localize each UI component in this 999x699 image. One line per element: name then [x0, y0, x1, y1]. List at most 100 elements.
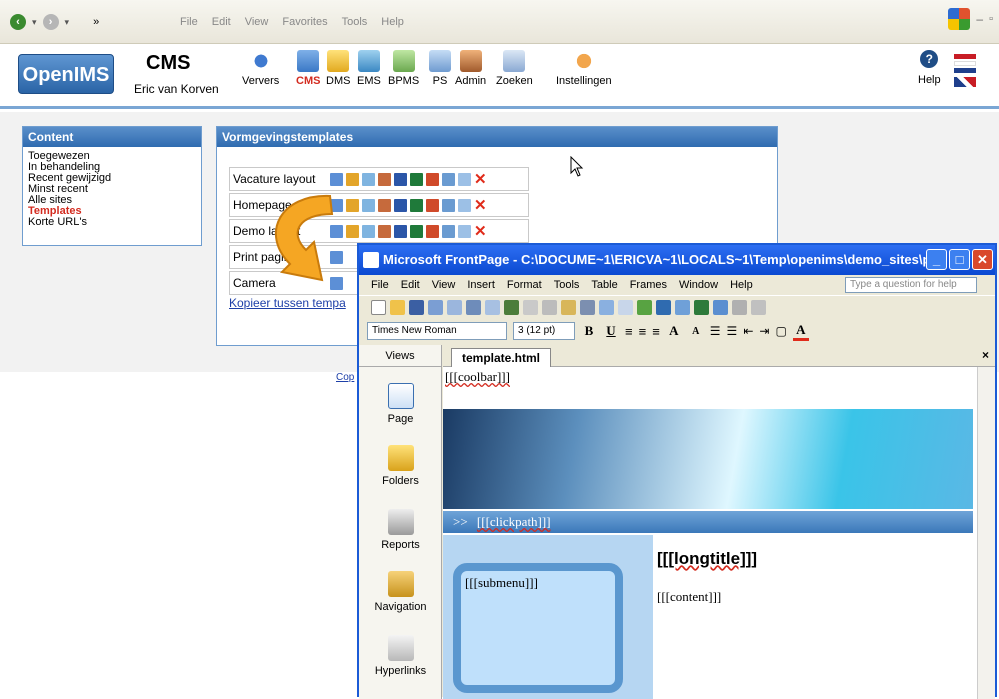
web-component-icon[interactable]: [447, 300, 462, 315]
fp-menu-view[interactable]: View: [432, 279, 456, 291]
toolbar-ems[interactable]: EMS: [357, 50, 381, 87]
view-folders[interactable]: Folders: [359, 445, 442, 487]
toolbar-bpms[interactable]: BPMS: [388, 50, 419, 87]
frontpage-icon[interactable]: [442, 172, 455, 186]
format-painter-icon[interactable]: [580, 300, 595, 315]
refresh-icon[interactable]: [732, 300, 747, 315]
coolbar-placeholder[interactable]: [[[coolbar]]]: [445, 369, 510, 385]
copy-icon[interactable]: [458, 198, 471, 212]
fp-menu-format[interactable]: Format: [507, 279, 542, 291]
close-tab-icon[interactable]: ×: [982, 348, 989, 362]
save-icon[interactable]: [409, 300, 424, 315]
frontpage-titlebar[interactable]: Microsoft FrontPage - C:\DOCUME~1\ERICVA…: [359, 245, 995, 275]
insert-picture-icon[interactable]: [675, 300, 690, 315]
back-icon[interactable]: ‹: [10, 14, 26, 30]
view-page[interactable]: Page: [359, 383, 442, 425]
excel-icon[interactable]: [410, 198, 423, 212]
decrease-indent-icon[interactable]: ⇤: [743, 324, 753, 338]
word-icon[interactable]: [394, 172, 407, 186]
view-hyperlinks[interactable]: Hyperlinks: [359, 635, 442, 677]
powerpoint-icon[interactable]: [426, 198, 439, 212]
excel-icon[interactable]: [410, 224, 423, 238]
align-left-icon[interactable]: ≡: [625, 324, 633, 339]
stop-icon[interactable]: [751, 300, 766, 315]
new-icon[interactable]: [371, 300, 386, 315]
fp-menu-table[interactable]: Table: [591, 279, 617, 291]
menu-file[interactable]: File: [180, 16, 198, 28]
grow-font-icon[interactable]: A: [666, 323, 682, 339]
users-icon[interactable]: [378, 224, 391, 238]
fp-menu-help[interactable]: Help: [730, 279, 753, 291]
back-dropdown-icon[interactable]: ▾: [32, 17, 37, 28]
word-icon[interactable]: [394, 198, 407, 212]
toolbar-cms[interactable]: CMS: [296, 50, 320, 87]
hyperlink-icon[interactable]: [713, 300, 728, 315]
maximize-button[interactable]: □: [949, 249, 970, 270]
fp-menu-window[interactable]: Window: [679, 279, 718, 291]
fp-menu-insert[interactable]: Insert: [467, 279, 495, 291]
fp-menu-edit[interactable]: Edit: [401, 279, 420, 291]
delete-icon[interactable]: ✕: [474, 172, 487, 187]
align-center-icon[interactable]: ≡: [639, 324, 647, 339]
view-reports[interactable]: Reports: [359, 509, 442, 551]
submenu-placeholder[interactable]: [[[submenu]]]: [453, 563, 623, 693]
copy-icon[interactable]: [458, 224, 471, 238]
language-flag-icon[interactable]: [954, 54, 976, 87]
open-icon[interactable]: [390, 300, 405, 315]
font-select[interactable]: Times New Roman: [367, 322, 507, 340]
frontpage-icon[interactable]: [442, 198, 455, 212]
preview-icon[interactable]: [485, 300, 500, 315]
bold-button[interactable]: B: [581, 323, 597, 339]
insert-component-icon[interactable]: [637, 300, 652, 315]
increase-indent-icon[interactable]: ⇥: [759, 324, 769, 338]
view-navigation[interactable]: Navigation: [359, 571, 442, 613]
excel-icon[interactable]: [410, 172, 423, 186]
menu-help[interactable]: Help: [381, 16, 404, 28]
align-right-icon[interactable]: ≡: [652, 324, 660, 339]
delete-icon[interactable]: ✕: [474, 224, 487, 239]
redo-icon[interactable]: [618, 300, 633, 315]
fp-menu-file[interactable]: File: [371, 279, 389, 291]
tab-template-html[interactable]: template.html: [451, 348, 552, 367]
clickpath-bar[interactable]: >> [[[clickpath]]]: [443, 511, 973, 533]
print-icon[interactable]: [466, 300, 481, 315]
menu-edit[interactable]: Edit: [212, 16, 231, 28]
minimize-icon[interactable]: –: [976, 12, 983, 26]
menu-view[interactable]: View: [245, 16, 269, 28]
forward-dropdown-icon[interactable]: ▾: [65, 17, 70, 28]
fp-menu-frames[interactable]: Frames: [630, 279, 667, 291]
powerpoint-icon[interactable]: [426, 172, 439, 186]
border-icon[interactable]: ▢: [775, 324, 786, 338]
footer-link[interactable]: Cop: [336, 372, 354, 383]
help-button[interactable]: ? Help: [918, 50, 941, 86]
underline-button[interactable]: U: [603, 323, 619, 339]
users-icon[interactable]: [378, 198, 391, 212]
close-button[interactable]: ✕: [972, 249, 993, 270]
copy-between-link[interactable]: Kopieer tussen tempa: [229, 296, 346, 310]
minimize-button[interactable]: _: [926, 249, 947, 270]
drawing-icon[interactable]: [694, 300, 709, 315]
restore-icon[interactable]: ▫: [989, 13, 993, 25]
paste-icon[interactable]: [561, 300, 576, 315]
toolbar-instellingen[interactable]: Instellingen: [556, 50, 612, 87]
delete-icon[interactable]: ✕: [474, 198, 487, 213]
copy-icon[interactable]: [542, 300, 557, 315]
content-item-korte-urls[interactable]: Korte URL's: [28, 217, 196, 228]
openims-logo[interactable]: OpenIMS: [18, 54, 114, 94]
menu-tools[interactable]: Tools: [342, 16, 368, 28]
bullets-icon[interactable]: ☰: [727, 324, 738, 338]
frontpage-icon[interactable]: [442, 224, 455, 238]
word-icon[interactable]: [394, 224, 407, 238]
toolbar-ververs[interactable]: Ververs: [242, 50, 279, 87]
forward-icon[interactable]: ›: [42, 14, 59, 30]
font-color-icon[interactable]: A: [792, 322, 809, 341]
undo-icon[interactable]: [599, 300, 614, 315]
chevron-icon[interactable]: »: [93, 16, 99, 28]
longtitle-placeholder[interactable]: [[[longtitle]]]: [657, 549, 757, 569]
toolbar-admin[interactable]: Admin: [455, 50, 486, 87]
shrink-font-icon[interactable]: A: [688, 326, 704, 337]
publish-icon[interactable]: [428, 300, 443, 315]
ask-question-input[interactable]: Type a question for help: [845, 277, 977, 293]
menu-favorites[interactable]: Favorites: [282, 16, 327, 28]
toolbar-zoeken[interactable]: Zoeken: [496, 50, 533, 87]
